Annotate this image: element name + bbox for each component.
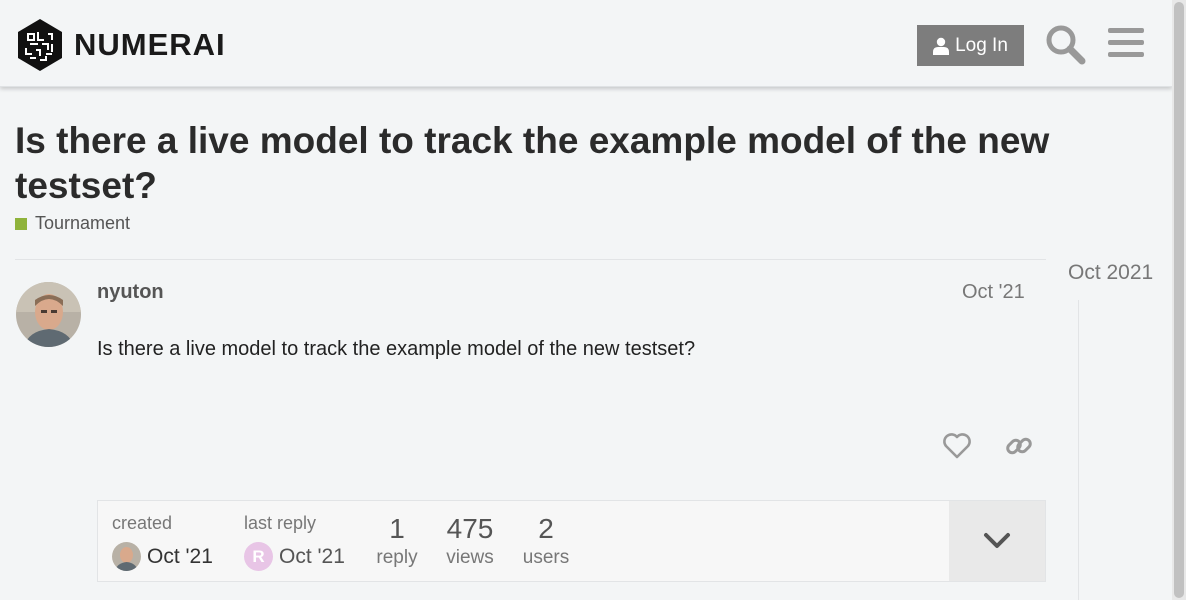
- copy-link-button[interactable]: [1005, 432, 1033, 465]
- last-reply-value: R Oct '21: [244, 542, 345, 571]
- creator-avatar: [112, 542, 141, 571]
- last-reply-info[interactable]: last reply R Oct '21: [244, 513, 345, 571]
- replies-label: reply: [376, 547, 418, 568]
- timeline-date[interactable]: Oct 2021: [1068, 261, 1153, 285]
- hamburger-menu-button[interactable]: [1108, 26, 1144, 65]
- like-button[interactable]: [942, 432, 972, 465]
- post-username[interactable]: nyuton: [97, 281, 164, 304]
- search-button[interactable]: [1043, 22, 1087, 71]
- scroll-thumb[interactable]: [1174, 2, 1184, 598]
- category-color-swatch: [15, 217, 27, 230]
- created-info[interactable]: created Oct '21: [112, 513, 213, 571]
- divider: [15, 259, 1046, 260]
- last-reply-avatar: R: [244, 542, 273, 571]
- user-avatar-image: [16, 282, 81, 347]
- post-body: Is there a live model to track the examp…: [97, 338, 696, 360]
- created-label: created: [112, 513, 173, 533]
- created-value: Oct '21: [112, 542, 213, 571]
- replies-stat: 1 reply: [368, 513, 426, 569]
- expand-topic-map-button[interactable]: [949, 501, 1045, 581]
- users-stat: 2 users: [516, 513, 576, 569]
- numerai-logo[interactable]: NUMERAI: [16, 18, 226, 72]
- brand-name: NUMERAI: [74, 27, 226, 62]
- user-avatar[interactable]: [16, 282, 81, 347]
- user-icon: [933, 37, 950, 55]
- hamburger-menu-icon: [1108, 28, 1144, 57]
- heart-icon: [943, 433, 971, 459]
- link-icon: [1006, 437, 1032, 455]
- topic-title[interactable]: Is there a live model to track the examp…: [15, 118, 1055, 208]
- site-header: NUMERAI Log In: [0, 0, 1172, 87]
- users-count: 2: [538, 513, 554, 544]
- numerai-logo-icon: [18, 19, 62, 71]
- category-badge[interactable]: Tournament: [15, 213, 130, 234]
- views-stat: 475 views: [438, 513, 502, 569]
- post-date[interactable]: Oct '21: [962, 281, 1025, 304]
- replies-count: 1: [389, 513, 405, 544]
- login-button[interactable]: Log In: [917, 25, 1024, 66]
- last-reply-date: Oct '21: [279, 544, 345, 568]
- search-icon: [1046, 25, 1086, 65]
- views-label: views: [446, 547, 494, 568]
- topic-map: created Oct '21 last reply R Oct '21 1 r…: [97, 500, 1046, 582]
- last-reply-label: last reply: [244, 513, 317, 533]
- login-label: Log In: [955, 34, 1008, 56]
- created-date: Oct '21: [147, 544, 213, 568]
- scrollbar[interactable]: [1172, 0, 1186, 600]
- users-label: users: [522, 547, 570, 568]
- chevron-down-icon: [984, 533, 1010, 548]
- views-count: 475: [446, 513, 494, 544]
- category-label: Tournament: [35, 213, 131, 233]
- timeline-track[interactable]: [1078, 300, 1079, 600]
